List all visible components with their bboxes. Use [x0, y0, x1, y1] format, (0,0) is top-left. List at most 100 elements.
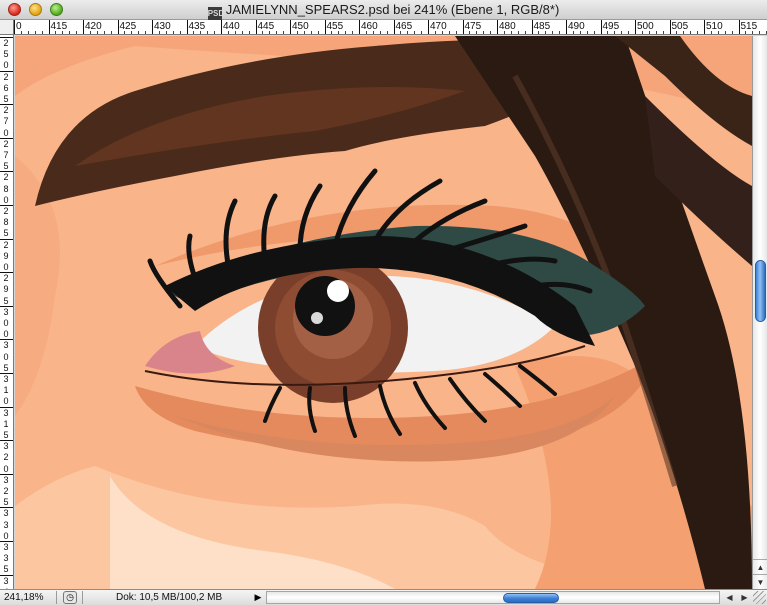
ruler-minor-tick — [490, 31, 492, 34]
ruler-minor-tick — [76, 31, 78, 34]
horizontal-ruler[interactable]: 0 415 420 425 430 435 440 445 450 455 460 465 470 475… — [0, 20, 767, 35]
ruler-minor-tick — [262, 31, 264, 34]
ruler-tick-label: 3 — [3, 519, 9, 530]
ruler-tick-label: 3 — [3, 306, 9, 317]
ruler-tick-label: 505 — [671, 21, 689, 32]
ruler-minor-tick — [227, 31, 229, 34]
vertical-ruler[interactable]: 2502652702752802852902953003053103153203… — [0, 35, 14, 589]
ruler-tick-label: 1 — [3, 418, 9, 429]
ruler-tick-label: 2 — [3, 486, 9, 496]
ruler-tick — [0, 305, 13, 307]
ruler-minor-tick — [483, 31, 485, 34]
vertical-scrollbar[interactable]: ▲ ▼ — [752, 36, 767, 589]
ruler-tick — [704, 20, 705, 34]
status-menu-arrow-icon[interactable]: ▶ — [252, 591, 264, 604]
ruler-minor-tick — [317, 31, 319, 34]
ruler-tick — [566, 20, 567, 34]
ruler-tick — [0, 37, 13, 38]
ruler-tick-label: 8 — [3, 217, 9, 228]
ruler-tick-label: 3 — [3, 508, 9, 519]
ruler-minor-tick — [69, 31, 71, 34]
ruler-minor-tick — [62, 31, 64, 34]
ruler-minor-tick — [338, 31, 340, 34]
ruler-tick — [83, 20, 84, 34]
ruler-tick-label: 0 — [3, 351, 9, 362]
document-canvas[interactable] — [15, 36, 752, 589]
ruler-tick-label: 2 — [3, 206, 9, 216]
window-title: JAMIELYNN_SPEARS2.psd bei 241% (Ebene 1,… — [225, 2, 560, 17]
ruler-tick — [324, 20, 326, 34]
scroll-right-button[interactable]: ▶ — [737, 591, 752, 604]
ruler-minor-tick — [269, 31, 271, 34]
ruler-tick — [600, 20, 602, 34]
ruler-tick-label: 3 — [3, 575, 9, 586]
ruler-tick — [0, 574, 13, 576]
clock-icon[interactable]: ◷ — [63, 591, 77, 604]
vertical-scroll-thumb[interactable] — [755, 260, 766, 322]
resize-grip-icon[interactable] — [753, 591, 766, 604]
title-bar[interactable]: PSD JAMIELYNN_SPEARS2.psd bei 241% (Ebene… — [0, 0, 767, 20]
ruler-tick-label: 500 — [637, 21, 654, 32]
ruler-tick-label: 510 — [706, 21, 723, 32]
scroll-left-button[interactable]: ◀ — [722, 591, 737, 604]
ruler-tick — [0, 137, 13, 139]
horizontal-scroll-thumb[interactable] — [503, 593, 559, 603]
ruler-tick-label: 2 — [3, 452, 9, 463]
ruler-minor-tick — [469, 31, 471, 34]
ruler-minor-tick — [545, 31, 547, 34]
ruler-minor-tick — [559, 31, 561, 34]
ruler-minor-tick — [283, 31, 285, 34]
ruler-tick-label: 0 — [3, 60, 9, 71]
ruler-tick — [0, 406, 13, 408]
ruler-tick-label: 440 — [223, 21, 240, 32]
ruler-tick — [428, 20, 429, 34]
ruler-tick-label: 3 — [3, 374, 9, 384]
window-title-area: PSD JAMIELYNN_SPEARS2.psd bei 241% (Ebene… — [0, 2, 767, 20]
ruler-tick-label: 9 — [3, 250, 9, 261]
ruler-tick-label: 2 — [3, 105, 9, 116]
ruler-minor-tick — [503, 31, 505, 34]
ruler-minor-tick — [579, 31, 581, 34]
ruler-minor-tick — [400, 31, 402, 34]
ruler-minor-tick — [303, 31, 305, 34]
ruler-tick-label: 415 — [50, 21, 68, 32]
ruler-minor-tick — [455, 31, 457, 34]
ruler-minor-tick — [248, 31, 250, 34]
ruler-tick — [669, 20, 671, 34]
ruler-minor-tick — [697, 31, 699, 34]
horizontal-scrollbar[interactable] — [266, 591, 720, 604]
ruler-tick — [497, 20, 498, 34]
ruler-minor-tick — [552, 31, 554, 34]
ruler-minor-tick — [27, 31, 29, 34]
ruler-tick — [255, 20, 257, 34]
ruler-minor-tick — [441, 31, 443, 34]
scroll-up-button[interactable]: ▲ — [753, 559, 767, 574]
ruler-tick-label: 3 — [3, 340, 9, 351]
ruler-minor-tick — [710, 31, 712, 34]
ruler-minor-tick — [717, 31, 719, 34]
ruler-minor-tick — [365, 31, 367, 34]
document-size-info[interactable]: Dok: 10,5 MB/100,2 MB — [116, 592, 222, 603]
ruler-tick-label: 1 — [3, 385, 9, 396]
ruler-tick-label: 425 — [119, 21, 137, 32]
ruler-tick-label: 0 — [3, 530, 9, 541]
ruler-tick-label: 0 — [3, 262, 9, 272]
ruler-tick-label: 475 — [464, 21, 482, 32]
ruler-tick-label: 465 — [395, 21, 413, 32]
ruler-tick — [152, 20, 153, 34]
ruler-tick-label: 5 — [3, 161, 9, 172]
ruler-minor-tick — [296, 31, 298, 34]
ruler-tick-label: 5 — [3, 564, 9, 575]
status-bar: 241,18% ◷ Dok: 10,5 MB/100,2 MB ▶ ◀ ▶ — [0, 589, 767, 605]
ruler-tick-label: 490 — [568, 21, 585, 32]
ruler-minor-tick — [158, 31, 160, 34]
zoom-level-field[interactable]: 241,18% — [4, 592, 43, 603]
ruler-minor-tick — [641, 31, 643, 34]
ruler-minor-tick — [724, 31, 726, 34]
scroll-down-button[interactable]: ▼ — [753, 574, 767, 589]
ruler-tick — [117, 20, 119, 34]
ruler-minor-tick — [110, 31, 112, 34]
ruler-tick-label: 420 — [85, 21, 102, 32]
ruler-origin-corner[interactable] — [0, 20, 14, 35]
ruler-minor-tick — [34, 31, 36, 34]
